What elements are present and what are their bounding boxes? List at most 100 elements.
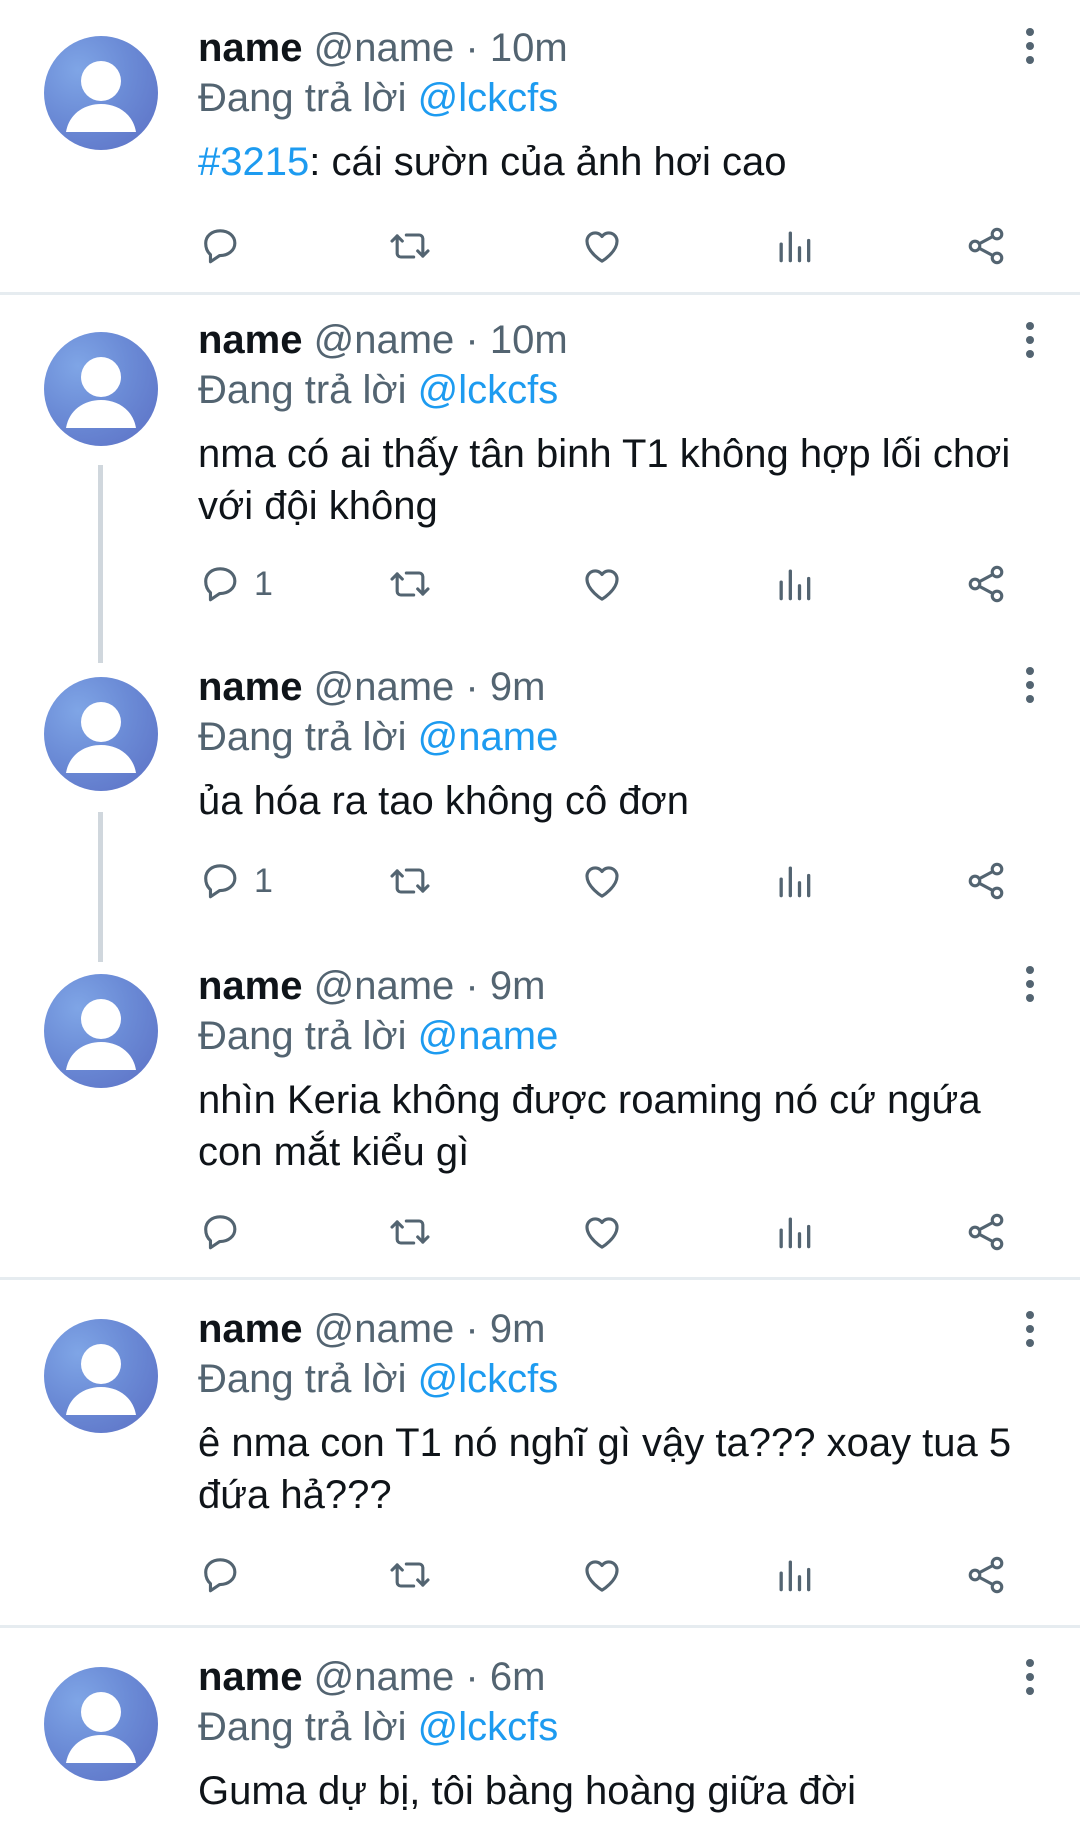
timestamp[interactable]: 9m: [490, 665, 546, 709]
stats-icon: [772, 859, 816, 903]
tweet[interactable]: name @name · 9m Đang trả lời @name nhìn …: [0, 938, 1080, 1280]
reply-icon: [198, 224, 242, 268]
more-options-button[interactable]: [1018, 1309, 1042, 1349]
avatar[interactable]: [44, 1319, 158, 1433]
stats-button[interactable]: [772, 1202, 816, 1262]
mention-link[interactable]: @lckcfs: [418, 1705, 559, 1749]
stats-button[interactable]: [772, 1545, 816, 1605]
user-handle[interactable]: @name: [314, 26, 455, 70]
display-name[interactable]: name: [198, 1307, 303, 1351]
reply-button[interactable]: [198, 1545, 254, 1605]
more-options-button[interactable]: [1018, 964, 1042, 1004]
display-name[interactable]: name: [198, 318, 303, 362]
share-button[interactable]: [964, 1202, 1008, 1262]
tweet-header: name @name · 9m: [198, 663, 1040, 711]
retweet-button[interactable]: [388, 554, 432, 614]
share-button[interactable]: [964, 1545, 1008, 1605]
heart-icon: [580, 1553, 624, 1597]
separator-dot: ·: [465, 1307, 479, 1351]
reply-icon: [198, 1553, 242, 1597]
default-avatar-icon: [44, 1319, 158, 1433]
tweet-feed: name @name · 10m Đang trả lời @lckcfs #3…: [0, 0, 1080, 1833]
retweet-button[interactable]: [388, 1545, 432, 1605]
reply-icon: [198, 859, 242, 903]
avatar[interactable]: [44, 677, 158, 791]
stats-icon: [772, 1553, 816, 1597]
share-button[interactable]: [964, 554, 1008, 614]
display-name[interactable]: name: [198, 964, 303, 1008]
timestamp[interactable]: 6m: [490, 1655, 546, 1699]
more-options-button[interactable]: [1018, 665, 1042, 705]
replying-to-label: Đang trả lời: [198, 76, 407, 120]
user-handle[interactable]: @name: [314, 665, 455, 709]
reply-button[interactable]: 1: [198, 554, 273, 614]
reply-button[interactable]: [198, 1202, 254, 1262]
display-name[interactable]: name: [198, 26, 303, 70]
user-handle[interactable]: @name: [314, 1307, 455, 1351]
tweet-actions: [198, 1202, 1040, 1262]
tweet-text: ê nma con T1 nó nghĩ gì vậy ta??? xoay t…: [198, 1421, 1012, 1517]
tweet-actions: 1: [198, 554, 1040, 614]
retweet-button[interactable]: [388, 1202, 432, 1262]
replying-to: Đang trả lời @name: [198, 1010, 1040, 1062]
heart-icon: [580, 562, 624, 606]
stats-icon: [772, 1210, 816, 1254]
tweet[interactable]: name @name · 9m Đang trả lời @name ủa hó…: [0, 643, 1080, 938]
mention-link[interactable]: @lckcfs: [418, 1357, 559, 1401]
retweet-button[interactable]: [388, 216, 432, 276]
display-name[interactable]: name: [198, 1655, 303, 1699]
avatar[interactable]: [44, 36, 158, 150]
mention-link[interactable]: @lckcfs: [418, 368, 559, 412]
tweet-header: name @name · 6m: [198, 1653, 1040, 1701]
like-button[interactable]: [580, 216, 624, 276]
tweet-header: name @name · 10m: [198, 316, 1040, 364]
replying-to: Đang trả lời @lckcfs: [198, 1701, 1040, 1753]
mention-link[interactable]: @lckcfs: [418, 76, 559, 120]
reply-count: 1: [254, 861, 273, 900]
default-avatar-icon: [44, 36, 158, 150]
like-button[interactable]: [580, 554, 624, 614]
stats-button[interactable]: [772, 216, 816, 276]
share-button[interactable]: [964, 851, 1008, 911]
tweet[interactable]: name @name · 9m Đang trả lời @lckcfs ê n…: [0, 1283, 1080, 1628]
reply-button[interactable]: 1: [198, 851, 273, 911]
timestamp[interactable]: 10m: [490, 318, 568, 362]
tweet[interactable]: name @name · 6m Đang trả lời @lckcfs Gum…: [0, 1631, 1080, 1833]
like-button[interactable]: [580, 1202, 624, 1262]
share-icon: [964, 1210, 1008, 1254]
stats-button[interactable]: [772, 851, 816, 911]
retweet-button[interactable]: [388, 851, 432, 911]
timestamp[interactable]: 10m: [490, 26, 568, 70]
timestamp[interactable]: 9m: [490, 964, 546, 1008]
tweet[interactable]: name @name · 10m Đang trả lời @lckcfs #3…: [0, 0, 1080, 295]
reply-button[interactable]: [198, 216, 254, 276]
tweet-text-body: : cái sườn của ảnh hơi cao: [309, 140, 787, 184]
share-icon: [964, 1553, 1008, 1597]
heart-icon: [580, 859, 624, 903]
display-name[interactable]: name: [198, 665, 303, 709]
like-button[interactable]: [580, 851, 624, 911]
more-options-button[interactable]: [1018, 26, 1042, 66]
tweet-text: nma có ai thấy tân binh T1 không hợp lối…: [198, 432, 1011, 528]
avatar[interactable]: [44, 974, 158, 1088]
like-button[interactable]: [580, 1545, 624, 1605]
reply-count: 1: [254, 564, 273, 603]
stats-button[interactable]: [772, 554, 816, 614]
user-handle[interactable]: @name: [314, 1655, 455, 1699]
hashtag-link[interactable]: #3215: [198, 140, 309, 184]
user-handle[interactable]: @name: [314, 318, 455, 362]
more-options-button[interactable]: [1018, 1657, 1042, 1697]
mention-link[interactable]: @name: [418, 1014, 559, 1058]
tweet-header: name @name · 9m: [198, 1305, 1040, 1353]
mention-link[interactable]: @name: [418, 715, 559, 759]
separator-dot: ·: [465, 665, 479, 709]
avatar[interactable]: [44, 1667, 158, 1781]
user-handle[interactable]: @name: [314, 964, 455, 1008]
retweet-icon: [388, 224, 432, 268]
share-button[interactable]: [964, 216, 1008, 276]
timestamp[interactable]: 9m: [490, 1307, 546, 1351]
more-vertical-icon: [1018, 1309, 1042, 1349]
more-options-button[interactable]: [1018, 320, 1042, 360]
tweet[interactable]: name @name · 10m Đang trả lời @lckcfs nm…: [0, 298, 1080, 643]
avatar[interactable]: [44, 332, 158, 446]
